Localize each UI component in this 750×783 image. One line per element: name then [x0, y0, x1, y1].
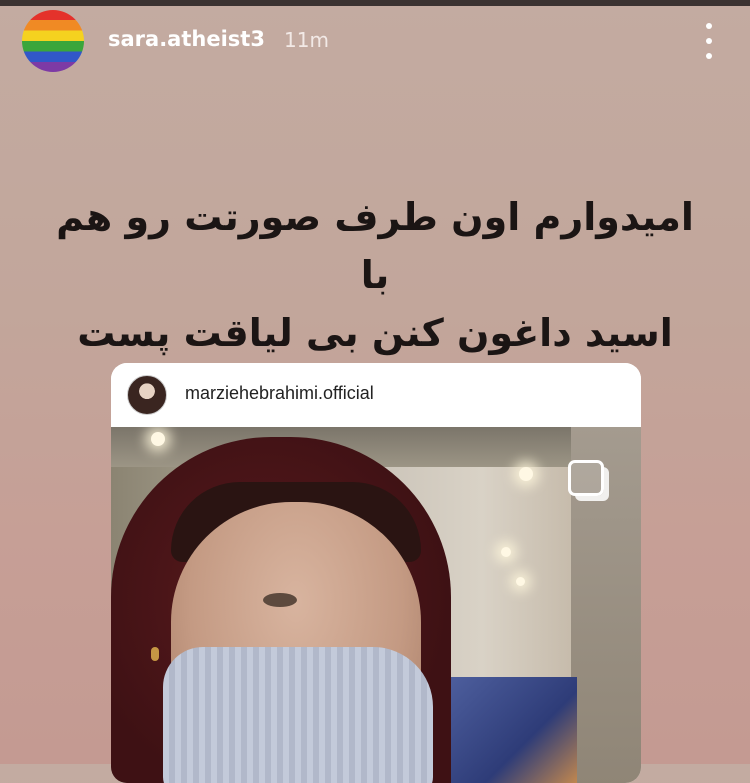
status-bar [0, 0, 750, 6]
dot [706, 38, 712, 44]
wall-poster [447, 677, 577, 783]
caption-line-1: امیدوارم اون طرف صورتت رو هم با [56, 195, 694, 297]
dot [706, 53, 712, 59]
shared-post-card[interactable]: marziehebrahimi.official [111, 363, 641, 783]
dot [706, 23, 712, 29]
avatar[interactable] [22, 10, 84, 72]
username[interactable]: sara.atheist3 [108, 27, 265, 51]
ceiling-light [151, 432, 165, 446]
story-header: sara.atheist3 11m [22, 10, 728, 72]
timestamp: 11m [284, 28, 329, 52]
ceiling-light [501, 547, 511, 557]
story-caption: امیدوارم اون طرف صورتت رو هم با اسید داغ… [40, 188, 710, 362]
face-mask [163, 647, 433, 783]
eye [263, 593, 297, 607]
shared-post-header[interactable]: marziehebrahimi.official [111, 363, 641, 427]
shared-post-image[interactable] [111, 427, 641, 783]
shared-post-avatar[interactable] [127, 375, 167, 415]
ceiling-light [516, 577, 525, 586]
caption-line-2: اسید داغون کنن بی لیاقت پست [77, 311, 673, 355]
multiple-photos-icon [568, 460, 604, 496]
ceiling-light [519, 467, 533, 481]
shared-post-username[interactable]: marziehebrahimi.official [185, 383, 374, 404]
earring [151, 647, 159, 661]
more-options-icon[interactable] [704, 23, 714, 59]
